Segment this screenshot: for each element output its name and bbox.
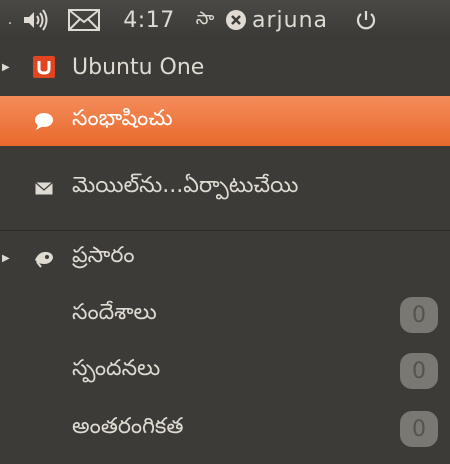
menu-item-label: స్పందనలు xyxy=(72,356,161,381)
menu-item-label: సంభాషించు xyxy=(72,106,173,131)
envelope-icon xyxy=(30,174,58,202)
gwibber-icon xyxy=(30,244,58,272)
menu-item-label: ప్రసారం xyxy=(72,243,135,268)
volume-icon[interactable] xyxy=(16,0,58,40)
mail-icon[interactable] xyxy=(58,0,110,40)
menu-item-broadcast[interactable]: ▶ ప్రసారం xyxy=(0,236,450,280)
menu-separator xyxy=(0,230,450,231)
menu-item-mail-setup[interactable]: మెయిల్‌ను...ఏర్పాటుచేయి xyxy=(0,164,450,212)
power-icon[interactable] xyxy=(348,0,384,40)
chat-bubble-icon xyxy=(30,107,58,135)
ubuntu-one-icon xyxy=(30,53,58,81)
count-badge: 0 xyxy=(400,411,438,447)
menu-item-label: మెయిల్‌ను...ఏర్పాటుచేయి xyxy=(72,173,299,198)
panel-clock[interactable]: 4:17 xyxy=(110,0,188,40)
menu-item-private[interactable]: అంతరంగికత 0 xyxy=(0,406,450,452)
panel-user-name[interactable]: arjuna xyxy=(250,0,348,40)
count-badge: 0 xyxy=(400,297,438,333)
top-panel: . 4:17 సా arjuna xyxy=(0,0,450,40)
menu-item-label: సందేశాలు xyxy=(72,300,157,325)
arrow-right-icon: ▶ xyxy=(2,61,10,73)
user-status-icon[interactable] xyxy=(222,0,250,40)
panel-indicator-dot: . xyxy=(7,12,13,28)
menu-item-messages[interactable]: సందేశాలు 0 xyxy=(0,292,450,338)
menu-item-label: Ubuntu One xyxy=(72,54,205,80)
arrow-right-icon: ▶ xyxy=(2,252,10,264)
count-badge: 0 xyxy=(400,353,438,389)
menu-item-label: అంతరంగికత xyxy=(72,414,184,439)
menu-item-chat[interactable]: సంభాషించు xyxy=(0,96,450,146)
panel-language[interactable]: సా xyxy=(188,0,222,40)
menu-item-ubuntu-one[interactable]: ▶ Ubuntu One xyxy=(0,46,450,88)
menu-item-replies[interactable]: స్పందనలు 0 xyxy=(0,348,450,394)
messaging-menu: ▶ Ubuntu One సంభాషించు మెయిల్‌ను...ఏర్పా… xyxy=(0,40,450,464)
